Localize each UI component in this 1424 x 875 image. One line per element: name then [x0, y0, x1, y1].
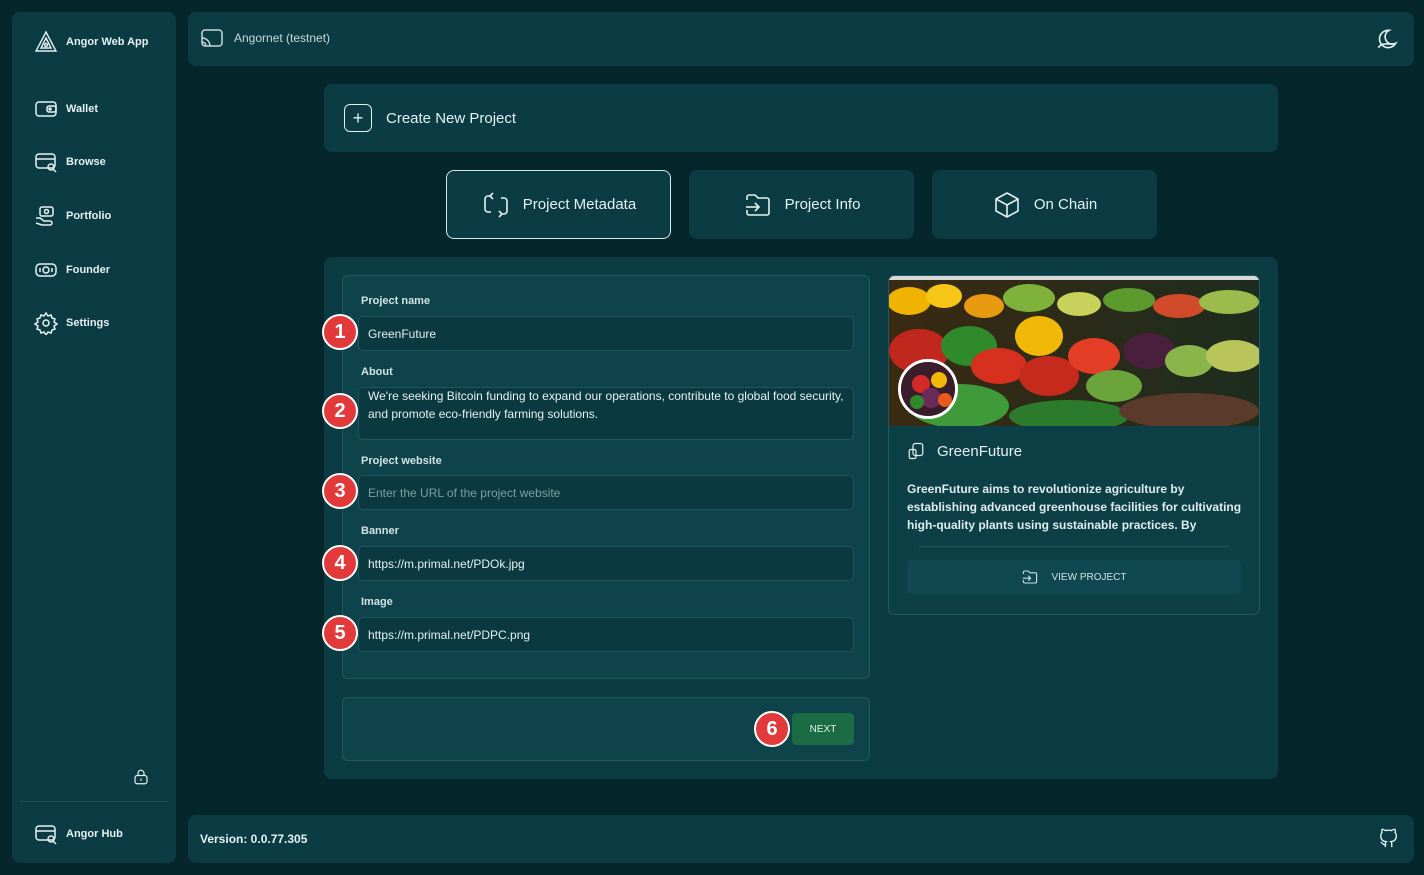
gear-icon	[34, 311, 58, 335]
github-icon[interactable]	[1378, 827, 1400, 849]
sidebar-item-label: Portfolio	[66, 210, 112, 222]
founder-icon	[35, 263, 57, 277]
create-project-card: + Create New Project	[324, 84, 1278, 152]
version-text: Version: 0.0.77.305	[200, 832, 308, 846]
tab-label: Project Info	[784, 196, 861, 213]
browse-icon	[35, 153, 57, 173]
project-name-label: Project name	[361, 295, 431, 307]
theme-toggle-icon[interactable]	[1374, 26, 1400, 52]
project-website-label: Project website	[361, 455, 442, 467]
metadata-panel: Project name About GreenFuture aims to r…	[324, 257, 1278, 779]
tab-project-info[interactable]: Project Info	[689, 170, 914, 239]
sidebar-item-label: Wallet	[66, 103, 98, 115]
folder-arrow-icon	[745, 193, 770, 216]
sidebar-item-label: Founder	[66, 264, 110, 276]
project-website-input[interactable]	[358, 475, 854, 510]
sidebar-item-wallet[interactable]: Wallet	[34, 97, 98, 121]
tab-label: On Chain	[1033, 196, 1098, 213]
view-project-label: VIEW PROJECT	[1051, 571, 1127, 583]
preview-project-name: GreenFuture	[937, 442, 1023, 460]
about-label: About	[361, 366, 393, 378]
plus-icon: +	[344, 104, 372, 132]
top-bar: Angornet (testnet)	[188, 12, 1414, 66]
preview-description: GreenFuture aims to revolutionize agricu…	[907, 482, 1242, 532]
image-url-input[interactable]	[358, 617, 854, 652]
annotation-marker: 5	[322, 615, 358, 651]
sidebar-item-angor-hub[interactable]: Angor Hub	[34, 822, 123, 846]
about-textarea[interactable]: GreenFuture aims to revolutionize agricu…	[358, 387, 854, 440]
about-text: GreenFuture aims to revolutionize agricu…	[368, 389, 844, 421]
sidebar-item-browse[interactable]: Browse	[34, 150, 106, 174]
cube-icon	[995, 191, 1019, 218]
sidebar-item-settings[interactable]: Settings	[34, 311, 109, 335]
project-name-input[interactable]	[358, 316, 854, 351]
footer: Version: 0.0.77.305	[188, 815, 1414, 863]
metadata-form: Project name About GreenFuture aims to r…	[342, 275, 870, 679]
angor-logo-icon	[34, 30, 58, 52]
sidebar: Angor Web App Wallet Browse Portfolio Fo…	[12, 12, 176, 863]
next-button[interactable]: NEXT	[792, 713, 854, 745]
project-avatar	[898, 359, 958, 419]
annotation-marker: 4	[322, 545, 358, 581]
sidebar-item-portfolio[interactable]: Portfolio	[34, 204, 111, 228]
sidebar-item-founder[interactable]: Founder	[34, 258, 110, 282]
app-brand[interactable]: Angor Web App	[34, 30, 149, 54]
cast-icon	[201, 29, 223, 47]
network-indicator[interactable]: Angornet (testnet)	[200, 28, 330, 48]
network-name: Angornet (testnet)	[234, 31, 331, 45]
preview-title: GreenFuture	[907, 442, 1022, 460]
view-project-button[interactable]: VIEW PROJECT	[907, 560, 1241, 594]
project-preview-card: GreenFuture GreenFuture aims to revoluti…	[888, 275, 1260, 615]
tab-label: Project Metadata	[522, 196, 637, 213]
sidebar-item-label: Browse	[66, 156, 106, 168]
portfolio-icon	[35, 206, 54, 226]
sidebar-item-label: Angor Hub	[66, 828, 123, 840]
folder-arrow-icon	[1023, 570, 1038, 584]
hub-icon	[35, 825, 57, 845]
tab-on-chain[interactable]: On Chain	[932, 170, 1157, 239]
lock-icon[interactable]	[132, 768, 150, 786]
project-icon	[908, 442, 924, 460]
app-name: Angor Web App	[66, 36, 149, 48]
annotation-marker: 2	[322, 393, 358, 429]
preview-divider	[919, 546, 1229, 547]
page-title: Create New Project	[386, 109, 517, 127]
refresh-icon	[483, 191, 508, 218]
annotation-marker: 3	[322, 473, 358, 509]
image-label: Image	[361, 596, 393, 608]
banner-label: Banner	[361, 525, 399, 537]
sidebar-item-label: Settings	[66, 317, 110, 329]
wallet-icon	[35, 101, 57, 117]
sidebar-divider	[20, 801, 168, 802]
annotation-marker: 1	[322, 314, 358, 350]
annotation-marker: 6	[754, 711, 790, 747]
banner-url-input[interactable]	[358, 546, 854, 581]
tab-project-metadata[interactable]: Project Metadata	[446, 170, 671, 239]
form-actions: NEXT	[342, 697, 870, 761]
